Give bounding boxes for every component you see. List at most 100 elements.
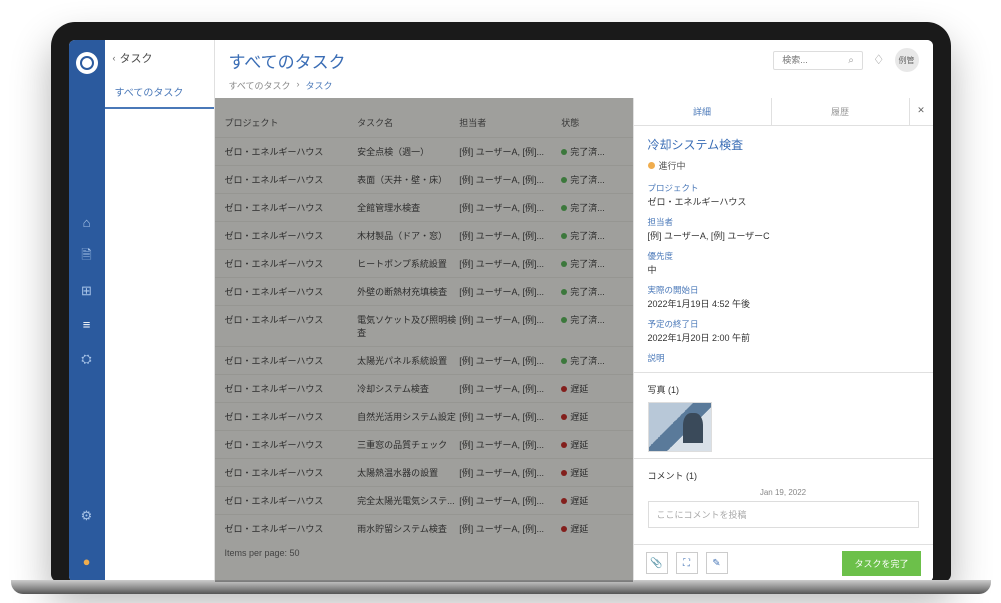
side-nav: ‹ タスク すべてのタスク bbox=[105, 40, 215, 582]
table-row[interactable]: ゼロ・エネルギーハウス完全太陽光電気システ...[例] ユーザーA, [例]..… bbox=[215, 486, 633, 514]
table-row[interactable]: ゼロ・エネルギーハウス全館管理水検査[例] ユーザーA, [例]...完了済..… bbox=[215, 193, 633, 221]
cell-assignee: [例] ユーザーA, [例]... bbox=[459, 229, 561, 242]
table-row[interactable]: ゼロ・エネルギーハウス三重窓の品質チェック[例] ユーザーA, [例]...遅延 bbox=[215, 430, 633, 458]
cell-assignee: [例] ユーザーA, [例]... bbox=[459, 257, 561, 270]
table-row[interactable]: ゼロ・エネルギーハウス表面（天井・壁・床）[例] ユーザーA, [例]...完了… bbox=[215, 165, 633, 193]
close-icon[interactable]: ✕ bbox=[909, 98, 933, 125]
tab-history[interactable]: 履歴 bbox=[771, 98, 909, 125]
status-dot-icon bbox=[561, 233, 567, 239]
calendar-icon[interactable]: ⊞ bbox=[79, 283, 95, 299]
table-row[interactable]: ゼロ・エネルギーハウス冷却システム検査[例] ユーザーA, [例]...遅延 bbox=[215, 374, 633, 402]
table-row[interactable]: ゼロ・エネルギーハウス雨水貯留システム検査[例] ユーザーA, [例]...遅延 bbox=[215, 514, 633, 542]
camera-icon[interactable]: ⛶ bbox=[676, 552, 698, 574]
cell-project: ゼロ・エネルギーハウス bbox=[225, 229, 358, 242]
col-project: プロジェクト bbox=[225, 116, 358, 129]
cell-status: 遅延 bbox=[561, 382, 622, 395]
cell-status: 完了済... bbox=[561, 285, 622, 298]
app-logo[interactable] bbox=[76, 52, 98, 74]
status-dot-icon bbox=[561, 205, 567, 211]
status-dot-icon bbox=[648, 162, 655, 169]
nav-back[interactable]: ‹ タスク bbox=[105, 40, 214, 76]
nav-item-all-tasks[interactable]: すべてのタスク bbox=[105, 76, 214, 109]
task-photo[interactable] bbox=[648, 402, 712, 452]
cell-task: 太陽熱温水器の設置 bbox=[357, 466, 459, 479]
field-start-value: 2022年1月19日 4:52 午後 bbox=[648, 297, 919, 310]
cell-assignee: [例] ユーザーA, [例]... bbox=[459, 382, 561, 395]
pager[interactable]: Items per page: 50 bbox=[215, 542, 633, 564]
status-dot-icon bbox=[561, 470, 567, 476]
status-dot-icon bbox=[561, 358, 567, 364]
table-row[interactable]: ゼロ・エネルギーハウス自然光活用システム設定[例] ユーザーA, [例]...遅… bbox=[215, 402, 633, 430]
status-dot-icon bbox=[561, 386, 567, 392]
cell-project: ゼロ・エネルギーハウス bbox=[225, 145, 358, 158]
field-desc-label: 説明 bbox=[648, 352, 919, 364]
icon-sidebar: ⌂ 🗎 ⊞ ≡ ⛭ ⚙ ● bbox=[69, 40, 105, 582]
table-row[interactable]: ゼロ・エネルギーハウス木材製品（ドア・窓）[例] ユーザーA, [例]...完了… bbox=[215, 221, 633, 249]
cell-task: 木材製品（ドア・窓） bbox=[357, 229, 459, 242]
status-dot-icon bbox=[561, 526, 567, 532]
field-project-label: プロジェクト bbox=[648, 182, 919, 194]
comment-input[interactable]: ここにコメントを投稿 bbox=[648, 501, 919, 528]
cell-task: 表面（天井・壁・床） bbox=[357, 173, 459, 186]
document-icon[interactable]: 🗎 bbox=[79, 249, 95, 265]
settings-icon[interactable]: ⚙ bbox=[79, 508, 95, 524]
bell-icon[interactable]: ♢ bbox=[873, 52, 885, 68]
field-priority-value: 中 bbox=[648, 263, 919, 276]
cell-status: 遅延 bbox=[561, 522, 622, 535]
list-icon[interactable]: ≡ bbox=[79, 317, 95, 333]
cell-assignee: [例] ユーザーA, [例]... bbox=[459, 410, 561, 423]
cell-task: 完全太陽光電気システ... bbox=[357, 494, 459, 507]
field-due-value: 2022年1月20日 2:00 午前 bbox=[648, 331, 919, 344]
field-assignee-label: 担当者 bbox=[648, 216, 919, 228]
col-task: タスク名 bbox=[357, 116, 459, 129]
page-title: すべてのタスク bbox=[229, 48, 346, 73]
nav-back-label: タスク bbox=[120, 50, 153, 66]
briefcase-icon[interactable]: ⌂ bbox=[79, 215, 95, 231]
breadcrumb-parent[interactable]: すべてのタスク bbox=[229, 79, 291, 92]
search-icon: ⌕ bbox=[848, 55, 854, 66]
field-start-label: 実際の開始日 bbox=[648, 284, 919, 296]
cell-status: 遅延 bbox=[561, 494, 622, 507]
cell-assignee: [例] ユーザーA, [例]... bbox=[459, 354, 561, 367]
cell-task: 三重窓の品質チェック bbox=[357, 438, 459, 451]
table-row[interactable]: ゼロ・エネルギーハウス太陽熱温水器の設置[例] ユーザーA, [例]...遅延 bbox=[215, 458, 633, 486]
field-priority-label: 優先度 bbox=[648, 250, 919, 262]
cell-project: ゼロ・エネルギーハウス bbox=[225, 410, 358, 423]
status-dot-icon bbox=[561, 289, 567, 295]
table-row[interactable]: ゼロ・エネルギーハウスヒートポンプ系統設置[例] ユーザーA, [例]...完了… bbox=[215, 249, 633, 277]
cell-assignee: [例] ユーザーA, [例]... bbox=[459, 522, 561, 535]
cell-status: 遅延 bbox=[561, 410, 622, 423]
attach-icon[interactable]: 📎 bbox=[646, 552, 668, 574]
cell-task: 全館管理水検査 bbox=[357, 201, 459, 214]
status-dot-icon bbox=[561, 177, 567, 183]
cell-status: 完了済... bbox=[561, 201, 622, 214]
cell-project: ゼロ・エネルギーハウス bbox=[225, 201, 358, 214]
cell-project: ゼロ・エネルギーハウス bbox=[225, 173, 358, 186]
detail-footer: 📎 ⛶ ✎ タスクを完了 bbox=[634, 544, 933, 582]
edit-icon[interactable]: ✎ bbox=[706, 552, 728, 574]
cell-status: 完了済... bbox=[561, 229, 622, 242]
status-dot-icon bbox=[561, 149, 567, 155]
table-row[interactable]: ゼロ・エネルギーハウス安全点検（週一）[例] ユーザーA, [例]...完了済.… bbox=[215, 137, 633, 165]
status-dot-icon bbox=[561, 261, 567, 267]
detail-panel: 詳細 履歴 ✕ 冷却システム検査 進行中 プロジェクトゼロ・エネルギーハウス 担… bbox=[633, 98, 933, 582]
cell-task: 太陽光パネル系統設置 bbox=[357, 354, 459, 367]
table-row[interactable]: ゼロ・エネルギーハウス電気ソケット及び照明検査[例] ユーザーA, [例]...… bbox=[215, 305, 633, 346]
comments-heading: コメント (1) bbox=[648, 469, 919, 482]
search-box[interactable]: ⌕ bbox=[773, 51, 863, 70]
avatar[interactable]: 例管 bbox=[895, 48, 919, 72]
people-icon[interactable]: ⛭ bbox=[79, 351, 95, 367]
cell-assignee: [例] ユーザーA, [例]... bbox=[459, 145, 561, 158]
table-row[interactable]: ゼロ・エネルギーハウス太陽光パネル系統設置[例] ユーザーA, [例]...完了… bbox=[215, 346, 633, 374]
help-icon[interactable]: ● bbox=[79, 554, 95, 570]
cell-task: 雨水貯留システム検査 bbox=[357, 522, 459, 535]
complete-button[interactable]: タスクを完了 bbox=[842, 551, 920, 576]
cell-status: 遅延 bbox=[561, 438, 622, 451]
detail-tabs: 詳細 履歴 ✕ bbox=[634, 98, 933, 126]
detail-body: 冷却システム検査 進行中 プロジェクトゼロ・エネルギーハウス 担当者[例] ユー… bbox=[634, 126, 933, 544]
cell-project: ゼロ・エネルギーハウス bbox=[225, 313, 358, 339]
tab-details[interactable]: 詳細 bbox=[634, 98, 771, 125]
table-row[interactable]: ゼロ・エネルギーハウス外壁の断熱材充填検査[例] ユーザーA, [例]...完了… bbox=[215, 277, 633, 305]
status-text: 進行中 bbox=[659, 159, 686, 172]
search-input[interactable] bbox=[782, 55, 842, 65]
